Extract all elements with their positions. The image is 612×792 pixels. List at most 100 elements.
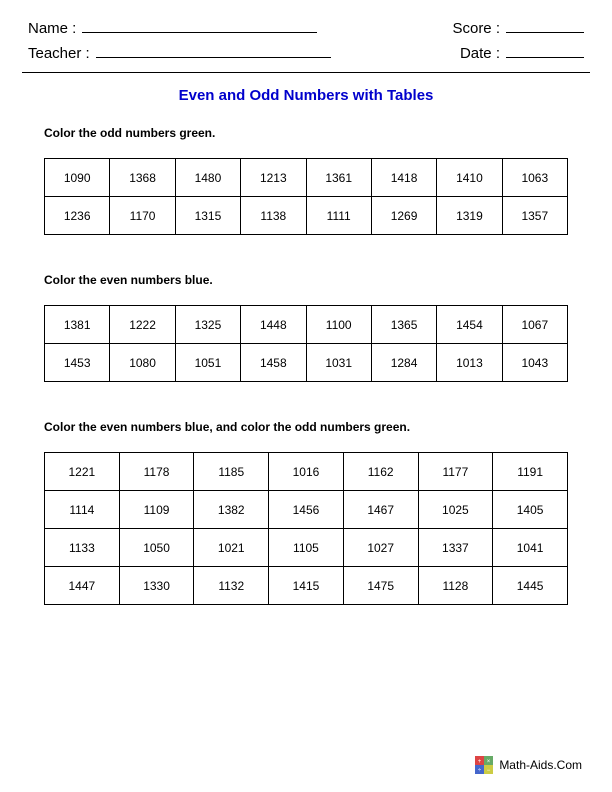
worksheet-section: Color the even numbers blue, and color t… <box>0 420 612 605</box>
number-cell: 1447 <box>45 567 120 605</box>
number-cell: 1031 <box>306 344 371 382</box>
score-field-group: Score : <box>452 18 584 37</box>
footer-site-label: Math-Aids.Com <box>499 758 582 772</box>
number-cell: 1269 <box>371 197 436 235</box>
number-cell: 1185 <box>194 453 269 491</box>
table-row: 1221117811851016116211771191 <box>45 453 568 491</box>
table-row: 1133105010211105102713371041 <box>45 529 568 567</box>
number-cell: 1133 <box>45 529 120 567</box>
svg-text:+: + <box>478 759 482 765</box>
date-blank-line <box>506 43 584 58</box>
number-cell: 1021 <box>194 529 269 567</box>
number-cell: 1063 <box>502 159 567 197</box>
table-row: 10901368148012131361141814101063 <box>45 159 568 197</box>
header-divider <box>22 72 590 73</box>
number-cell: 1050 <box>119 529 194 567</box>
number-cell: 1381 <box>45 306 110 344</box>
number-cell: 1111 <box>306 197 371 235</box>
header-row-2: Teacher : Date : <box>28 43 584 62</box>
date-field-group: Date : <box>460 43 584 62</box>
number-cell: 1138 <box>241 197 306 235</box>
table-row: 14531080105114581031128410131043 <box>45 344 568 382</box>
date-label: Date : <box>460 45 500 62</box>
number-cell: 1382 <box>194 491 269 529</box>
teacher-blank-line <box>96 43 331 58</box>
section-instruction: Color the even numbers blue, and color t… <box>44 420 568 434</box>
section-instruction: Color the even numbers blue. <box>44 273 568 287</box>
svg-text:−: − <box>487 768 491 774</box>
number-cell: 1315 <box>175 197 240 235</box>
name-label: Name : <box>28 20 76 37</box>
number-cell: 1090 <box>45 159 110 197</box>
number-cell: 1357 <box>502 197 567 235</box>
number-cell: 1128 <box>418 567 493 605</box>
footer: + × ÷ − Math-Aids.Com <box>475 756 582 774</box>
table-row: 1447133011321415147511281445 <box>45 567 568 605</box>
number-cell: 1027 <box>343 529 418 567</box>
number-cell: 1453 <box>45 344 110 382</box>
number-cell: 1456 <box>269 491 344 529</box>
number-cell: 1448 <box>241 306 306 344</box>
number-cell: 1170 <box>110 197 175 235</box>
table-row: 1114110913821456146710251405 <box>45 491 568 529</box>
score-blank-line <box>506 18 584 33</box>
number-cell: 1025 <box>418 491 493 529</box>
number-cell: 1458 <box>241 344 306 382</box>
number-cell: 1221 <box>45 453 120 491</box>
number-cell: 1284 <box>371 344 436 382</box>
name-field-group: Name : <box>28 18 317 37</box>
number-table: 1381122213251448110013651454106714531080… <box>44 305 568 382</box>
number-cell: 1178 <box>119 453 194 491</box>
number-cell: 1105 <box>269 529 344 567</box>
number-cell: 1365 <box>371 306 436 344</box>
number-cell: 1361 <box>306 159 371 197</box>
section-instruction: Color the odd numbers green. <box>44 126 568 140</box>
number-cell: 1213 <box>241 159 306 197</box>
number-cell: 1043 <box>502 344 567 382</box>
math-aids-icon: + × ÷ − <box>475 756 493 774</box>
number-cell: 1191 <box>493 453 568 491</box>
number-table: 1221117811851016116211771191111411091382… <box>44 452 568 605</box>
score-label: Score : <box>452 20 500 37</box>
number-cell: 1480 <box>175 159 240 197</box>
worksheet-title: Even and Odd Numbers with Tables <box>0 87 612 104</box>
name-blank-line <box>82 18 317 33</box>
number-cell: 1041 <box>493 529 568 567</box>
number-cell: 1067 <box>502 306 567 344</box>
worksheet-header: Name : Score : Teacher : Date : <box>0 0 612 62</box>
number-cell: 1368 <box>110 159 175 197</box>
number-cell: 1051 <box>175 344 240 382</box>
number-cell: 1080 <box>110 344 175 382</box>
table-row: 12361170131511381111126913191357 <box>45 197 568 235</box>
header-row-1: Name : Score : <box>28 18 584 37</box>
svg-text:×: × <box>487 759 491 765</box>
number-cell: 1467 <box>343 491 418 529</box>
table-row: 13811222132514481100136514541067 <box>45 306 568 344</box>
teacher-field-group: Teacher : <box>28 43 331 62</box>
number-cell: 1410 <box>437 159 502 197</box>
worksheet-section: Color the odd numbers green. 109013681480… <box>0 126 612 235</box>
worksheet-section: Color the even numbers blue. 138112221325… <box>0 273 612 382</box>
number-cell: 1445 <box>493 567 568 605</box>
number-cell: 1132 <box>194 567 269 605</box>
number-cell: 1109 <box>119 491 194 529</box>
number-cell: 1319 <box>437 197 502 235</box>
number-table: 1090136814801213136114181410106312361170… <box>44 158 568 235</box>
number-cell: 1418 <box>371 159 436 197</box>
number-cell: 1330 <box>119 567 194 605</box>
number-cell: 1405 <box>493 491 568 529</box>
number-cell: 1016 <box>269 453 344 491</box>
number-cell: 1013 <box>437 344 502 382</box>
number-cell: 1236 <box>45 197 110 235</box>
teacher-label: Teacher : <box>28 45 90 62</box>
number-cell: 1325 <box>175 306 240 344</box>
number-cell: 1100 <box>306 306 371 344</box>
number-cell: 1222 <box>110 306 175 344</box>
number-cell: 1177 <box>418 453 493 491</box>
number-cell: 1114 <box>45 491 120 529</box>
number-cell: 1415 <box>269 567 344 605</box>
number-cell: 1454 <box>437 306 502 344</box>
number-cell: 1162 <box>343 453 418 491</box>
number-cell: 1475 <box>343 567 418 605</box>
number-cell: 1337 <box>418 529 493 567</box>
